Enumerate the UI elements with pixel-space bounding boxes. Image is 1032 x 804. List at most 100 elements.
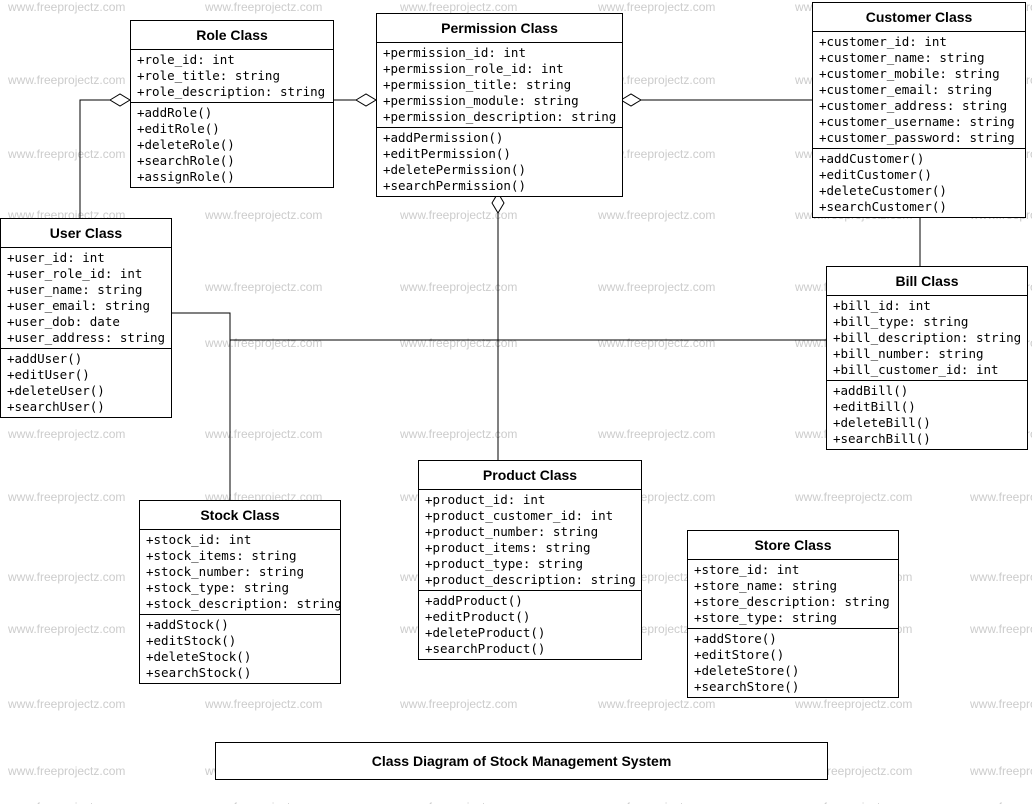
member-row: +assignRole() bbox=[137, 169, 327, 185]
class-user-ops: +addUser()+editUser()+deleteUser()+searc… bbox=[1, 349, 171, 417]
member-row: +deleteBill() bbox=[833, 415, 1021, 431]
watermark-text: www.freeprojectz.com bbox=[970, 570, 1032, 584]
member-row: +user_role_id: int bbox=[7, 266, 165, 282]
watermark-text: www.freeprojectz.com bbox=[205, 208, 322, 222]
class-stock-title: Stock Class bbox=[140, 501, 340, 530]
member-row: +searchBill() bbox=[833, 431, 1021, 447]
class-bill-ops: +addBill()+editBill()+deleteBill()+searc… bbox=[827, 381, 1027, 449]
watermark-text: www.freeprojectz.com bbox=[8, 764, 125, 778]
watermark-text: www.freeprojectz.com bbox=[598, 336, 715, 350]
member-row: +editRole() bbox=[137, 121, 327, 137]
watermark-text: www.freeprojectz.com bbox=[400, 208, 517, 222]
watermark-text: www.freeprojectz.com bbox=[205, 0, 322, 14]
member-row: +store_name: string bbox=[694, 578, 892, 594]
member-row: +permission_description: string bbox=[383, 109, 616, 125]
watermark-text: www.freeprojectz.com bbox=[8, 490, 125, 504]
member-row: +deleteUser() bbox=[7, 383, 165, 399]
member-row: +permission_role_id: int bbox=[383, 61, 616, 77]
class-customer: Customer Class +customer_id: int+custome… bbox=[812, 2, 1026, 218]
class-permission-title: Permission Class bbox=[377, 14, 622, 43]
watermark-text: www.freeprojectz.com bbox=[795, 490, 912, 504]
class-customer-ops: +addCustomer()+editCustomer()+deleteCust… bbox=[813, 149, 1025, 217]
watermark-text: www.freeprojectz.com bbox=[970, 697, 1032, 711]
member-row: +editUser() bbox=[7, 367, 165, 383]
member-row: +addStore() bbox=[694, 631, 892, 647]
watermark-text: www.freeprojectz.com bbox=[8, 570, 125, 584]
member-row: +bill_id: int bbox=[833, 298, 1021, 314]
member-row: +bill_type: string bbox=[833, 314, 1021, 330]
member-row: +customer_password: string bbox=[819, 130, 1019, 146]
watermark-text: www.freeprojectz.com bbox=[400, 697, 517, 711]
member-row: +user_address: string bbox=[7, 330, 165, 346]
member-row: +store_type: string bbox=[694, 610, 892, 626]
class-role-ops: +addRole()+editRole()+deleteRole()+searc… bbox=[131, 103, 333, 187]
member-row: +searchProduct() bbox=[425, 641, 635, 657]
member-row: +stock_type: string bbox=[146, 580, 334, 596]
watermark-text: www.freeprojectz.com bbox=[8, 73, 125, 87]
member-row: +addProduct() bbox=[425, 593, 635, 609]
member-row: +stock_description: string bbox=[146, 596, 334, 612]
watermark-text: www.freeprojectz.com bbox=[205, 427, 322, 441]
class-permission-attrs: +permission_id: int+permission_role_id: … bbox=[377, 43, 622, 128]
member-row: +searchUser() bbox=[7, 399, 165, 415]
watermark-text: www.freeprojectz.com bbox=[970, 800, 1032, 804]
watermark-text: www.freeprojectz.com bbox=[400, 427, 517, 441]
class-store-attrs: +store_id: int+store_name: string +store_… bbox=[688, 560, 898, 629]
member-row: +addCustomer() bbox=[819, 151, 1019, 167]
watermark-text: www.freeprojectz.com bbox=[8, 427, 125, 441]
watermark-text: www.freeprojectz.com bbox=[8, 147, 125, 161]
member-row: +bill_number: string bbox=[833, 346, 1021, 362]
watermark-text: www.freeprojectz.com bbox=[970, 622, 1032, 636]
class-bill: Bill Class +bill_id: int+bill_type: stri… bbox=[826, 266, 1028, 450]
member-row: +customer_email: string bbox=[819, 82, 1019, 98]
member-row: +permission_id: int bbox=[383, 45, 616, 61]
watermark-text: www.freeprojectz.com bbox=[400, 800, 517, 804]
member-row: +stock_number: string bbox=[146, 564, 334, 580]
class-bill-attrs: +bill_id: int+bill_type: string+bill_des… bbox=[827, 296, 1027, 381]
class-role-title: Role Class bbox=[131, 21, 333, 50]
member-row: +permission_module: string bbox=[383, 93, 616, 109]
watermark-text: www.freeprojectz.com bbox=[400, 280, 517, 294]
watermark-text: www.freeprojectz.com bbox=[205, 280, 322, 294]
member-row: +product_customer_id: int bbox=[425, 508, 635, 524]
class-stock: Stock Class +stock_id: int+stock_items: … bbox=[139, 500, 341, 684]
member-row: +searchStore() bbox=[694, 679, 892, 695]
member-row: +searchRole() bbox=[137, 153, 327, 169]
class-product: Product Class +product_id: int+product_c… bbox=[418, 460, 642, 660]
watermark-text: www.freeprojectz.com bbox=[400, 0, 517, 14]
class-user-attrs: +user_id: int+user_role_id: int+user_nam… bbox=[1, 248, 171, 349]
member-row: +role_description: string bbox=[137, 84, 327, 100]
member-row: +addPermission() bbox=[383, 130, 616, 146]
watermark-text: www.freeprojectz.com bbox=[400, 336, 517, 350]
watermark-text: www.freeprojectz.com bbox=[8, 697, 125, 711]
class-user-title: User Class bbox=[1, 219, 171, 248]
member-row: +user_dob: date bbox=[7, 314, 165, 330]
watermark-text: www.freeprojectz.com bbox=[795, 697, 912, 711]
member-row: +customer_id: int bbox=[819, 34, 1019, 50]
member-row: +deleteRole() bbox=[137, 137, 327, 153]
member-row: +editProduct() bbox=[425, 609, 635, 625]
member-row: +deleteCustomer() bbox=[819, 183, 1019, 199]
watermark-text: www.freeprojectz.com bbox=[205, 336, 322, 350]
class-store: Store Class +store_id: int+store_name: s… bbox=[687, 530, 899, 698]
class-store-title: Store Class bbox=[688, 531, 898, 560]
watermark-text: www.freeprojectz.com bbox=[8, 622, 125, 636]
member-row: +editStore() bbox=[694, 647, 892, 663]
member-row: +bill_customer_id: int bbox=[833, 362, 1021, 378]
member-row: +product_items: string bbox=[425, 540, 635, 556]
member-row: +addUser() bbox=[7, 351, 165, 367]
member-row: +stock_id: int bbox=[146, 532, 334, 548]
member-row: +customer_address: string bbox=[819, 98, 1019, 114]
member-row: +user_id: int bbox=[7, 250, 165, 266]
watermark-text: www.freeprojectz.com bbox=[205, 800, 322, 804]
member-row: +user_name: string bbox=[7, 282, 165, 298]
class-stock-attrs: +stock_id: int+stock_items: string+stock… bbox=[140, 530, 340, 615]
member-row: +deleteStock() bbox=[146, 649, 334, 665]
member-row: +store_id: int bbox=[694, 562, 892, 578]
member-row: +customer_username: string bbox=[819, 114, 1019, 130]
class-permission: Permission Class +permission_id: int+per… bbox=[376, 13, 623, 197]
member-row: +searchStock() bbox=[146, 665, 334, 681]
class-bill-title: Bill Class bbox=[827, 267, 1027, 296]
diagram-title: Class Diagram of Stock Management System bbox=[215, 742, 828, 780]
watermark-text: www.freeprojectz.com bbox=[598, 208, 715, 222]
